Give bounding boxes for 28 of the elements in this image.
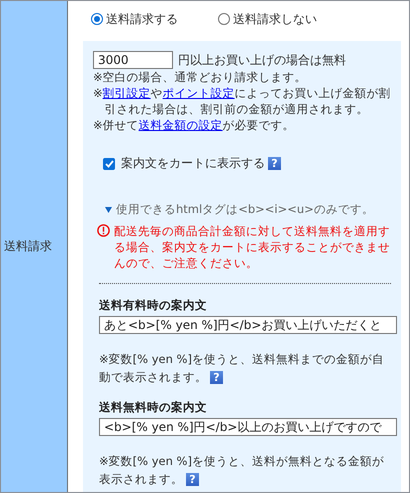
warning-text: 配送先毎の商品合計金額に対して送料無料を適用する場合、案内文をカートに表示することができませんので、ご注意ください。: [114, 223, 391, 271]
row-label: 送料請求: [3, 238, 52, 255]
radio-icon[interactable]: [218, 13, 230, 25]
tags-note: 使用できるhtmlタグは<b><i><u>のみです。: [116, 202, 374, 217]
checkbox-label: 案内文をカートに表示する: [121, 155, 265, 172]
message-field[interactable]: <b>[% yen %]円</b>以上のお買い上げですので: [99, 418, 397, 436]
warning-icon: [97, 224, 110, 237]
variable-note: ※変数[% yen %]を使うと、送料無料までの金額が自動で表示されます。 ?: [99, 351, 385, 386]
note-text: ※空白の場合、通常どおり請求します。: [93, 69, 308, 85]
note-text: ※併せて送料金額の設定が必要です。: [93, 117, 296, 133]
note-text: ※割引設定やポイント設定によってお買い上げ金額が割引された場合は、割引前の金額が適用されます。: [93, 85, 391, 117]
radio-option[interactable]: 送料請求しない: [218, 10, 317, 28]
settings-link[interactable]: 割引設定: [102, 86, 151, 100]
radio-option[interactable]: 送料請求する: [91, 10, 178, 28]
settings-link[interactable]: ポイント設定: [162, 86, 235, 100]
variable-note: ※変数[% yen %]を使うと、送料が無料となる金額が表示されます。 ?: [99, 453, 385, 488]
help-icon[interactable]: ?: [186, 473, 199, 486]
radio-icon[interactable]: [91, 13, 103, 25]
settings-link[interactable]: 送料金額の設定: [138, 118, 223, 132]
amount-field[interactable]: 3000: [93, 51, 173, 69]
help-icon[interactable]: ?: [268, 157, 281, 170]
triangle-icon: [105, 206, 112, 212]
field-title: 送料無料時の案内文: [99, 400, 208, 415]
message-field[interactable]: あと<b>[% yen %]円</b>お買い上げいただくと: [99, 316, 397, 334]
help-icon[interactable]: ?: [210, 371, 223, 384]
field-title: 送料有料時の案内文: [99, 298, 208, 313]
threshold-label: 円以上お買い上げの場合は無料: [178, 52, 346, 68]
checkbox[interactable]: [103, 158, 115, 170]
